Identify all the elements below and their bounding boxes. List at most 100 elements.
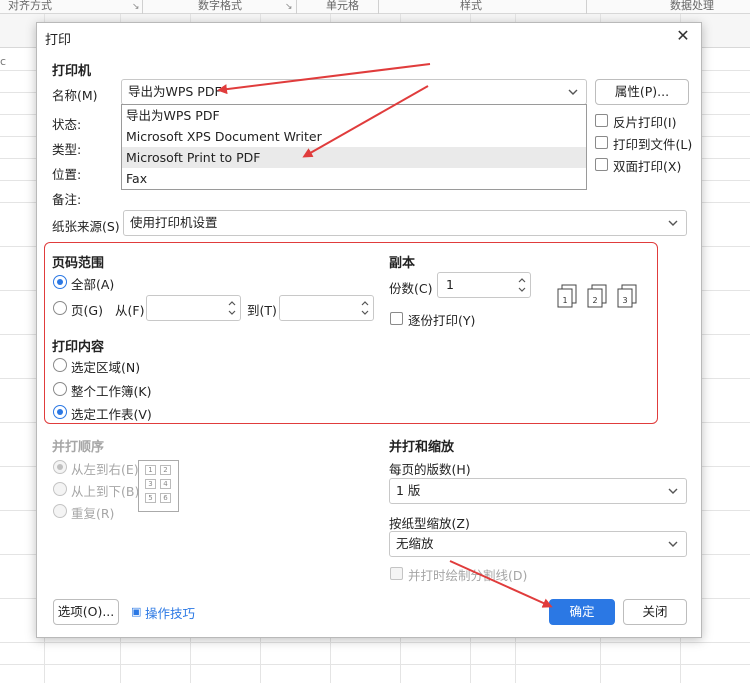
collate-label: 逐份打印(Y) bbox=[408, 313, 476, 328]
ribbon-expand-icon[interactable]: ↘ bbox=[285, 2, 293, 12]
sheet-label: 选定工作表(V) bbox=[71, 407, 152, 422]
printer-name-select[interactable]: 导出为WPS PDF bbox=[121, 79, 587, 105]
from-label: 从(F) bbox=[115, 303, 145, 318]
top-to-bottom-label: 从上到下(B) bbox=[71, 484, 140, 499]
page-range-heading: 页码范围 bbox=[52, 256, 105, 271]
spin-arrows-icon[interactable] bbox=[517, 275, 527, 295]
left-margin-mark: c bbox=[0, 55, 7, 68]
selection-radio[interactable] bbox=[53, 358, 67, 372]
ribbon-group-alignment: 对齐方式 bbox=[8, 0, 52, 12]
preview-cell: 3 bbox=[145, 479, 156, 489]
print-to-file-checkbox[interactable] bbox=[595, 136, 608, 149]
scale-select[interactable]: 无缩放 bbox=[389, 531, 687, 557]
chevron-down-icon bbox=[668, 220, 678, 226]
printer-option-print-to-pdf[interactable]: Microsoft Print to PDF bbox=[122, 147, 586, 168]
close-button[interactable]: 关闭 bbox=[623, 599, 687, 625]
spin-arrows-icon[interactable] bbox=[227, 298, 237, 318]
preview-cell: 5 bbox=[145, 493, 156, 503]
collate-page-1-icon: 1 bbox=[557, 284, 577, 308]
duplex-label: 双面打印(X) bbox=[613, 159, 682, 174]
preview-cell: 4 bbox=[160, 479, 171, 489]
pages-per-sheet-select[interactable]: 1 版 bbox=[389, 478, 687, 504]
left-to-right-label: 从左到右(E) bbox=[71, 462, 139, 477]
collate-page-2-icon: 2 bbox=[587, 284, 607, 308]
print-dialog: 打印 ✕ 打印机 名称(M) 导出为WPS PDF 属性(P)... 状态: 类… bbox=[36, 22, 702, 638]
ok-button[interactable]: 确定 bbox=[549, 599, 615, 625]
top-to-bottom-radio[interactable] bbox=[53, 482, 67, 496]
copies-count-input[interactable]: 1 bbox=[437, 272, 531, 298]
copies-count-value: 1 bbox=[446, 277, 454, 292]
ribbon-group-number-format: 数字格式 bbox=[198, 0, 242, 12]
printer-option-wps-pdf[interactable]: 导出为WPS PDF bbox=[122, 105, 586, 126]
printer-dropdown-list: 导出为WPS PDF Microsoft XPS Document Writer… bbox=[121, 104, 587, 190]
copies-count-label: 份数(C) bbox=[389, 281, 433, 296]
draw-lines-checkbox[interactable] bbox=[390, 567, 403, 580]
printer-location-label: 位置: bbox=[52, 167, 82, 182]
paper-source-select[interactable]: 使用打印机设置 bbox=[123, 210, 687, 236]
dialog-title: 打印 bbox=[45, 33, 72, 48]
preview-cell: 1 bbox=[145, 465, 156, 475]
preview-cell: 2 bbox=[160, 465, 171, 475]
chevron-down-icon bbox=[668, 541, 678, 547]
to-label: 到(T) bbox=[247, 303, 277, 318]
ribbon-separator bbox=[378, 0, 379, 14]
selection-label: 选定区域(N) bbox=[71, 360, 141, 375]
collate-page-number: 2 bbox=[592, 296, 597, 305]
draw-lines-label: 并打时绘制分割线(D) bbox=[408, 568, 528, 583]
tips-link[interactable]: 操作技巧 bbox=[145, 603, 195, 622]
ribbon-separator bbox=[296, 0, 297, 14]
pages-per-sheet-value: 1 版 bbox=[396, 483, 421, 498]
collate-page-number: 3 bbox=[622, 296, 627, 305]
copies-heading: 副本 bbox=[389, 256, 416, 271]
ribbon-separator bbox=[586, 0, 587, 14]
printer-status-label: 状态: bbox=[52, 117, 82, 132]
printer-option-xps[interactable]: Microsoft XPS Document Writer bbox=[122, 126, 586, 147]
ribbon-group-cells: 单元格 bbox=[326, 0, 359, 12]
spin-arrows-icon[interactable] bbox=[360, 298, 370, 318]
workbook-radio[interactable] bbox=[53, 382, 67, 396]
collate-order-heading: 并打顺序 bbox=[52, 440, 105, 455]
ribbon-expand-icon[interactable]: ↘ bbox=[132, 2, 140, 12]
scaling-heading: 并打和缩放 bbox=[389, 440, 455, 455]
properties-button[interactable]: 属性(P)... bbox=[595, 79, 689, 105]
print-to-file-label: 打印到文件(L) bbox=[613, 137, 693, 152]
print-content-heading: 打印内容 bbox=[52, 340, 105, 355]
close-icon[interactable]: ✕ bbox=[673, 26, 693, 46]
chevron-down-icon bbox=[568, 89, 578, 95]
ribbon-group-styles: 样式 bbox=[460, 0, 482, 12]
options-button[interactable]: 选项(O)... bbox=[53, 599, 119, 625]
from-page-input[interactable] bbox=[146, 295, 241, 321]
collate-page-number: 1 bbox=[562, 296, 567, 305]
reverse-print-checkbox[interactable] bbox=[595, 114, 608, 127]
printer-type-label: 类型: bbox=[52, 142, 82, 157]
collate-checkbox[interactable] bbox=[390, 312, 403, 325]
repeat-label: 重复(R) bbox=[71, 506, 115, 521]
printer-heading: 打印机 bbox=[52, 64, 92, 79]
ribbon-separator bbox=[142, 0, 143, 14]
collate-order-preview: 1 2 3 4 5 6 bbox=[138, 460, 179, 512]
paper-source-label: 纸张来源(S) bbox=[52, 219, 120, 234]
scale-label: 按纸型缩放(Z) bbox=[389, 516, 470, 531]
scale-value: 无缩放 bbox=[396, 536, 434, 551]
printer-name-label: 名称(M) bbox=[52, 88, 98, 103]
workbook-label: 整个工作簿(K) bbox=[71, 384, 152, 399]
left-to-right-radio[interactable] bbox=[53, 460, 67, 474]
pages-label: 页(G) bbox=[71, 303, 103, 318]
ribbon-group-data: 数据处理 bbox=[670, 0, 714, 12]
play-icon: ▣ bbox=[131, 605, 142, 618]
pages-radio[interactable] bbox=[53, 301, 67, 315]
reverse-print-label: 反片打印(I) bbox=[613, 115, 677, 130]
all-pages-label: 全部(A) bbox=[71, 277, 115, 292]
preview-cell: 6 bbox=[160, 493, 171, 503]
printer-option-fax[interactable]: Fax bbox=[122, 168, 586, 189]
chevron-down-icon bbox=[668, 488, 678, 494]
repeat-radio[interactable] bbox=[53, 504, 67, 518]
paper-source-value: 使用打印机设置 bbox=[130, 215, 218, 230]
pages-per-sheet-label: 每页的版数(H) bbox=[389, 462, 471, 477]
duplex-checkbox[interactable] bbox=[595, 158, 608, 171]
sheet-radio[interactable] bbox=[53, 405, 67, 419]
ribbon-group-labels: 对齐方式 ↘ 数字格式 ↘ 单元格 样式 数据处理 bbox=[0, 0, 750, 14]
printer-comment-label: 备注: bbox=[52, 192, 82, 207]
all-pages-radio[interactable] bbox=[53, 275, 67, 289]
to-page-input[interactable] bbox=[279, 295, 374, 321]
